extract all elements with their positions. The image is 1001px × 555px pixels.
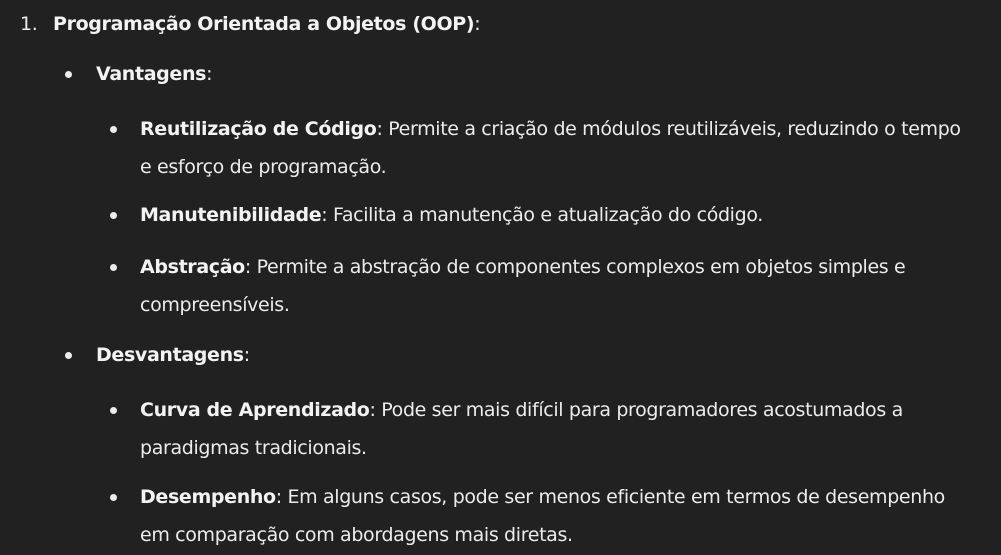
item-description: : Em alguns casos, pode ser menos eficie… xyxy=(275,486,946,508)
list-item-reutilizacao: Reutilização de Código: Permite a criaçã… xyxy=(140,117,961,141)
list-item-continuation: em comparação com abordagens mais direta… xyxy=(140,524,573,546)
item-description: : Permite a abstração de componentes com… xyxy=(244,256,906,278)
subheading-vantagens: Vantagens: xyxy=(96,62,213,86)
bullet-desvantagens xyxy=(65,352,72,359)
item-description: : Pode ser mais difícil para programador… xyxy=(369,399,904,421)
list-item-desempenho: Desempenho: Em alguns casos, pode ser me… xyxy=(140,485,945,509)
list-item-continuation: e esforço de programação. xyxy=(140,156,387,178)
section-title: Programação Orientada a Objetos (OOP): xyxy=(53,12,481,36)
item-description: : Permite a criação de módulos reutilizá… xyxy=(376,118,961,140)
item-term: Desempenho xyxy=(140,486,276,508)
bullet-item xyxy=(110,212,117,219)
bullet-item xyxy=(110,264,117,271)
list-item-continuation: compreensíveis. xyxy=(140,294,290,316)
subheading-label: Desvantagens xyxy=(96,344,244,366)
item-term: Abstração xyxy=(140,256,245,278)
list-number: 1. xyxy=(20,13,38,35)
section-title-text: Programação Orientada a Objetos (OOP) xyxy=(53,13,475,35)
item-description: : Facilita a manutenção e atualização do… xyxy=(321,204,763,226)
bullet-item xyxy=(110,407,117,414)
section-title-suffix: : xyxy=(474,13,481,35)
subheading-desvantagens: Desvantagens: xyxy=(96,343,250,367)
document-body: 1. Programação Orientada a Objetos (OOP)… xyxy=(0,0,1001,555)
item-term: Curva de Aprendizado xyxy=(140,399,370,421)
list-item-manutenibilidade: Manutenibilidade: Facilita a manutenção … xyxy=(140,203,763,227)
subheading-label: Vantagens xyxy=(96,63,207,85)
list-item-curva: Curva de Aprendizado: Pode ser mais difí… xyxy=(140,398,903,422)
bullet-item xyxy=(110,494,117,501)
list-item-abstracao: Abstração: Permite a abstração de compon… xyxy=(140,255,906,279)
list-item-continuation: paradigmas tradicionais. xyxy=(140,437,367,459)
bullet-vantagens xyxy=(65,71,72,78)
item-term: Reutilização de Código xyxy=(140,118,377,140)
item-term: Manutenibilidade xyxy=(140,204,322,226)
subheading-suffix: : xyxy=(243,344,250,366)
bullet-item xyxy=(110,126,117,133)
subheading-suffix: : xyxy=(206,63,213,85)
